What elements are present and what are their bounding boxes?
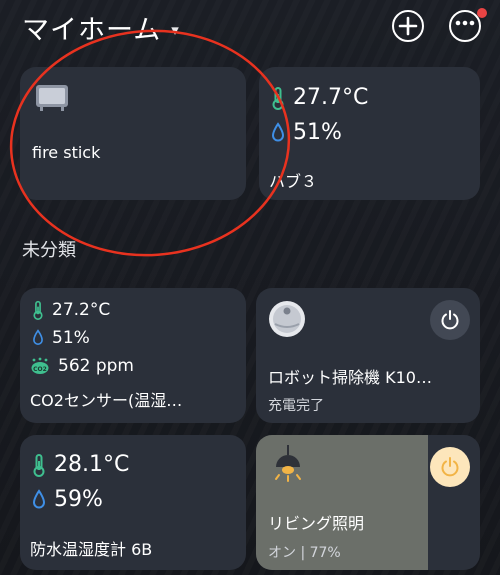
device-name: 防水温湿度計 6B — [30, 540, 153, 559]
device-status: 充電完了 — [268, 398, 324, 414]
robot-vacuum-icon — [269, 301, 305, 337]
device-name: ハブ３ — [269, 172, 318, 191]
caret-down-icon: ▾ — [171, 20, 180, 39]
thermometer-icon — [33, 300, 43, 320]
humidity-drop-icon — [271, 121, 285, 141]
temperature-value: 28.1°C — [54, 452, 130, 477]
device-name: リビング照明 — [268, 514, 365, 533]
tv-box-icon — [36, 85, 68, 111]
power-button[interactable] — [430, 447, 470, 487]
power-icon — [441, 310, 459, 330]
thermometer-icon — [33, 453, 45, 477]
device-card-hub3[interactable]: 27.7°C 51% ハブ３ — [259, 67, 480, 200]
device-name: ロボット掃除機 K10… — [268, 368, 432, 387]
device-card-waterproof-meter[interactable]: 28.1°C 59% 防水温湿度計 6B — [20, 435, 246, 570]
home-title: マイホーム — [22, 15, 162, 46]
humidity-value: 51% — [52, 328, 90, 348]
home-selector[interactable]: マイホーム ▾ — [22, 8, 180, 47]
more-icon[interactable] — [449, 10, 481, 42]
power-icon — [441, 457, 459, 477]
device-card-co2-sensor[interactable]: 27.2°C 51% CO2 562 ppm CO2センサー(温湿… — [20, 288, 246, 423]
thermometer-icon — [272, 86, 284, 110]
power-button[interactable] — [430, 300, 470, 340]
app-screen: マイホーム ▾ fire stick 27.7°C 51% ハブ３ 未分類 27… — [0, 0, 500, 575]
add-icon[interactable] — [392, 10, 424, 42]
humidity-drop-icon — [33, 329, 43, 345]
ceiling-light-icon — [275, 445, 301, 482]
temperature-value: 27.2°C — [52, 300, 111, 320]
temperature-value: 27.7°C — [293, 85, 369, 110]
svg-text:CO2: CO2 — [33, 366, 47, 373]
co2-icon: CO2 — [31, 357, 49, 374]
device-status: オン | 77% — [268, 545, 341, 561]
section-title-uncategorized: 未分類 — [22, 240, 76, 261]
notification-dot — [477, 8, 487, 18]
humidity-value: 51% — [293, 120, 342, 145]
co2-value: 562 ppm — [58, 356, 134, 376]
device-card-fire-stick[interactable]: fire stick — [20, 67, 246, 200]
device-name: fire stick — [32, 143, 101, 162]
humidity-drop-icon — [32, 488, 46, 508]
device-card-robot-vacuum[interactable]: ロボット掃除機 K10… 充電完了 — [256, 288, 480, 423]
humidity-value: 59% — [54, 487, 103, 512]
device-card-living-light[interactable]: リビング照明 オン | 77% — [256, 435, 480, 570]
device-name: CO2センサー(温湿… — [30, 391, 183, 410]
